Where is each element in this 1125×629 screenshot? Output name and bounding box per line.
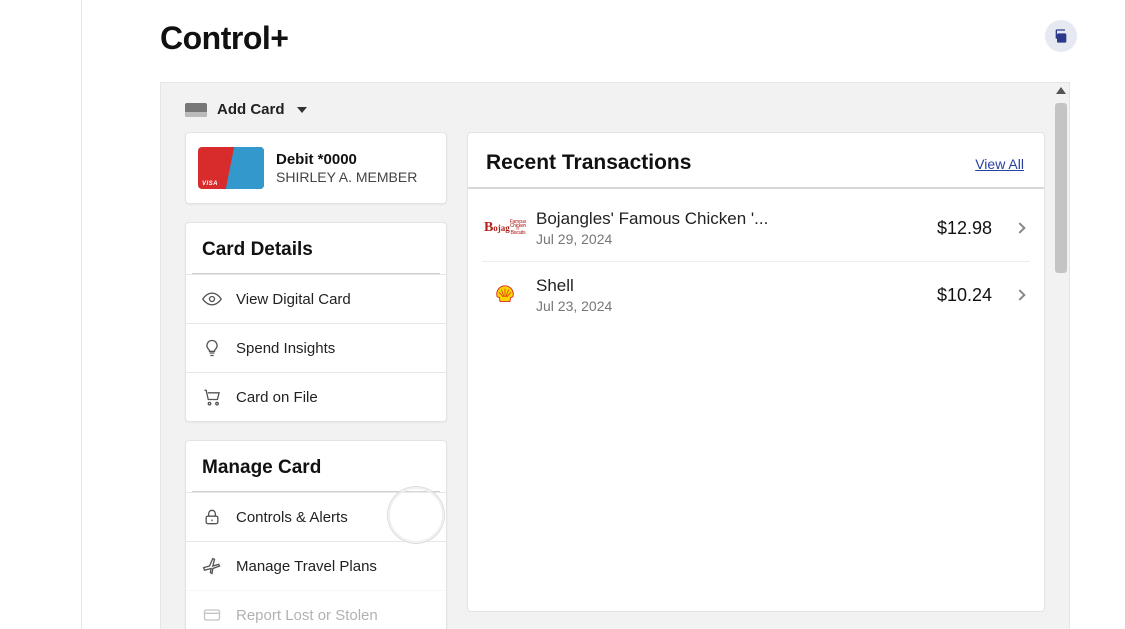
lightbulb-icon	[202, 338, 222, 358]
view-all-link[interactable]: View All	[975, 156, 1024, 172]
card-alert-icon	[202, 605, 222, 625]
page-title: Control+	[160, 20, 288, 57]
recent-transactions-title: Recent Transactions	[486, 151, 691, 175]
transaction-merchant: Bojangles' Famous Chicken '...	[536, 209, 923, 229]
manage-card-section: Manage Card Controls & Alerts Manage Tra…	[185, 440, 447, 629]
plane-icon	[202, 556, 222, 576]
recent-transactions-panel: Recent Transactions View All BojagFamous…	[467, 132, 1045, 612]
content-pane: Add Card VISA Debit *0000 SHIRLEY A. MEM…	[160, 82, 1070, 629]
selected-card-tile[interactable]: VISA Debit *0000 SHIRLEY A. MEMBER	[185, 132, 447, 204]
manage-card-title: Manage Card	[186, 441, 446, 491]
card-holder: SHIRLEY A. MEMBER	[276, 169, 417, 186]
menu-item-label: Controls & Alerts	[236, 509, 348, 526]
copy-icon	[1053, 28, 1069, 44]
transaction-merchant: Shell	[536, 276, 923, 296]
chevron-right-icon	[1014, 222, 1025, 233]
chevron-right-icon	[1014, 289, 1025, 300]
scroll-thumb[interactable]	[1055, 103, 1067, 273]
transaction-row[interactable]: BojagFamous Chicken n' Biscuits Bojangle…	[482, 195, 1030, 262]
transaction-row[interactable]: Shell Jul 23, 2024 $10.24	[482, 262, 1030, 328]
left-divider	[81, 0, 82, 629]
card-art: VISA	[198, 147, 264, 189]
menu-item-card-on-file[interactable]: Card on File	[186, 372, 446, 421]
merchant-logo-shell	[488, 278, 522, 312]
menu-item-report-lost-stolen[interactable]: Report Lost or Stolen	[186, 590, 446, 629]
card-details-title: Card Details	[186, 223, 446, 273]
card-label: Debit *0000	[276, 151, 417, 169]
card-details-section: Card Details View Digital Card Spend Ins…	[185, 222, 447, 422]
menu-item-label: Manage Travel Plans	[236, 558, 377, 575]
transaction-date: Jul 23, 2024	[536, 298, 923, 314]
chevron-down-icon	[297, 107, 307, 113]
menu-item-label: View Digital Card	[236, 291, 351, 308]
menu-item-label: Card on File	[236, 389, 318, 406]
menu-item-label: Spend Insights	[236, 340, 335, 357]
transaction-amount: $12.98	[937, 218, 992, 239]
menu-item-manage-travel-plans[interactable]: Manage Travel Plans	[186, 541, 446, 590]
cart-icon	[202, 387, 222, 407]
transaction-date: Jul 29, 2024	[536, 231, 923, 247]
content-scrollbar[interactable]	[1053, 83, 1071, 629]
eye-icon	[202, 289, 222, 309]
card-icon	[185, 103, 207, 117]
lock-icon	[202, 507, 222, 527]
merchant-logo-bojangles: BojagFamous Chicken n' Biscuits	[488, 211, 522, 245]
menu-item-spend-insights[interactable]: Spend Insights	[186, 323, 446, 372]
card-network-label: VISA	[202, 181, 218, 187]
menu-item-view-digital-card[interactable]: View Digital Card	[186, 274, 446, 323]
add-card-label: Add Card	[217, 101, 285, 118]
menu-item-label: Report Lost or Stolen	[236, 607, 378, 624]
add-card-dropdown[interactable]: Add Card	[161, 83, 1069, 132]
transaction-amount: $10.24	[937, 285, 992, 306]
menu-item-controls-alerts[interactable]: Controls & Alerts	[186, 492, 446, 541]
open-new-window-button[interactable]	[1045, 20, 1077, 52]
scroll-up-arrow-icon	[1056, 87, 1066, 94]
